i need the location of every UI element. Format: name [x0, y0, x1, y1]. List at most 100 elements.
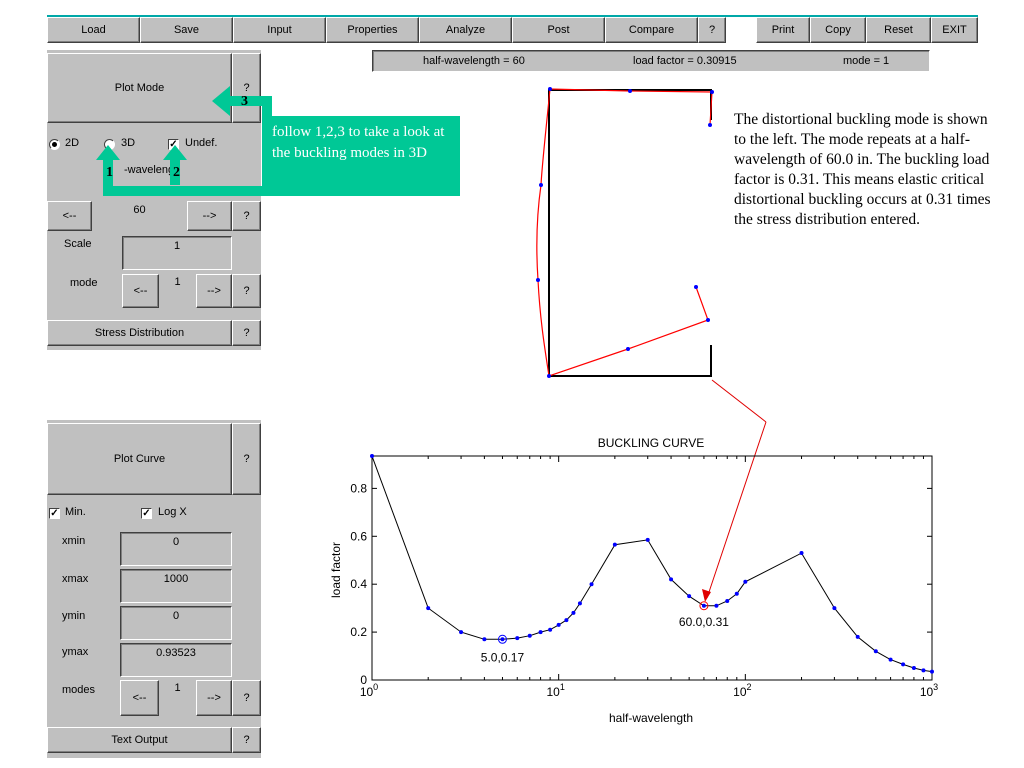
curve-point — [645, 537, 650, 542]
stress-distribution-button[interactable]: Stress Distribution — [47, 320, 232, 346]
plot-mode-help-button[interactable]: ? — [232, 53, 261, 123]
curve-point — [426, 606, 431, 611]
xmax-input[interactable]: 1000 — [120, 569, 232, 603]
modes-next-button[interactable]: --> — [196, 680, 232, 716]
curve-point — [714, 603, 719, 608]
modes-help-button[interactable]: ? — [232, 680, 261, 716]
callout-arrow-line — [711, 379, 767, 423]
menu-analyze-button[interactable]: Analyze — [419, 17, 512, 43]
plot-mode-button[interactable]: Plot Mode — [47, 53, 232, 123]
half-wavelength-label: -waveleng — [124, 164, 175, 176]
curve-point — [701, 603, 706, 608]
menu-help-button[interactable]: ? — [698, 17, 726, 43]
x-tick-label: 103 — [920, 682, 938, 699]
instruction-text: follow 1,2,3 to take a look at the buckl… — [272, 124, 445, 161]
y-tick-label: 0 — [360, 673, 367, 687]
text-output-help-button[interactable]: ? — [232, 727, 261, 753]
undef-checkbox[interactable]: ✓ — [168, 139, 179, 150]
hw-value-field[interactable]: 60 — [92, 201, 187, 231]
ymax-input[interactable]: 0.93523 — [120, 643, 232, 677]
undef-label: Undef. — [185, 137, 218, 149]
xmin-label: xmin — [62, 535, 86, 547]
curve-point — [612, 542, 617, 547]
plot-curve-help-button[interactable]: ? — [232, 423, 261, 495]
curve-point — [911, 666, 916, 671]
xmin-input[interactable]: 0 — [120, 532, 232, 566]
copy-button[interactable]: Copy — [810, 17, 866, 43]
curve-point — [482, 637, 487, 642]
menu-properties-button[interactable]: Properties — [326, 17, 419, 43]
undeformed-section — [548, 89, 712, 377]
menu-save-button[interactable]: Save — [140, 17, 233, 43]
stress-help-button[interactable]: ? — [232, 320, 261, 346]
curve-point — [564, 618, 569, 623]
curve-point — [799, 551, 804, 556]
reset-button[interactable]: Reset — [866, 17, 931, 43]
step-1-label: 1 — [106, 165, 113, 180]
mode-help-button[interactable]: ? — [232, 274, 261, 308]
ymax-label: ymax — [62, 646, 89, 658]
x-tick-label: 100 — [360, 682, 378, 699]
exit-button[interactable]: EXIT — [931, 17, 978, 43]
print-button[interactable]: Print — [756, 17, 810, 43]
radio-2d[interactable] — [49, 139, 60, 150]
y-tick-label: 0.6 — [350, 529, 367, 543]
plot-curve-button[interactable]: Plot Curve — [47, 423, 232, 495]
curve-point — [577, 601, 582, 606]
mode-value: 1 — [174, 276, 181, 288]
curve-point — [687, 594, 692, 599]
curve-point — [548, 627, 553, 632]
curve-point — [571, 610, 576, 615]
chart-title: BUCKLING CURVE — [598, 436, 704, 450]
curve-point — [725, 598, 730, 603]
hw-next-button[interactable]: --> — [187, 201, 232, 231]
ymin-label: ymin — [62, 610, 86, 622]
curve-point — [500, 637, 505, 642]
explanation-text: The distortional buckling mode is shown … — [734, 111, 991, 228]
menu-post-button[interactable]: Post — [512, 17, 605, 43]
logx-label: Log X — [158, 506, 187, 518]
curve-point — [669, 577, 674, 582]
callout-arrowhead-icon — [702, 589, 711, 602]
curve-point — [515, 636, 520, 641]
logx-checkbox[interactable]: ✓ — [141, 508, 152, 519]
hw-prev-button[interactable]: <-- — [47, 201, 92, 231]
curve-point — [538, 630, 543, 635]
radio-3d-label: 3D — [121, 137, 136, 149]
modes-value: 1 — [174, 682, 181, 694]
y-tick-label: 0.4 — [350, 577, 367, 591]
curve-point — [459, 630, 464, 635]
curve-point — [589, 582, 594, 587]
x-tick-label: 101 — [546, 682, 564, 699]
mode-value-field[interactable]: 1 — [159, 274, 196, 308]
curve-point — [832, 606, 837, 611]
ymin-input[interactable]: 0 — [120, 606, 232, 640]
radio-2d-label: 2D — [65, 137, 80, 149]
menu-load-button[interactable]: Load — [47, 17, 140, 43]
status-half-wavelength: half-wavelength = 60 — [423, 55, 525, 67]
curve-point — [734, 591, 739, 596]
menu-compare-button[interactable]: Compare — [605, 17, 698, 43]
hw-help-button[interactable]: ? — [232, 201, 261, 231]
curve-point — [370, 454, 374, 459]
minimum-label: 60.0,0.31 — [679, 615, 729, 629]
min-checkbox[interactable]: ✓ — [49, 508, 60, 519]
mode-next-button[interactable]: --> — [196, 274, 232, 308]
text-output-button[interactable]: Text Output — [47, 727, 232, 753]
hw-value: 60 — [133, 204, 146, 216]
section-nodes — [536, 87, 714, 378]
curve-point — [743, 579, 748, 584]
status-bar: half-wavelength = 60 load factor = 0.309… — [372, 50, 930, 72]
step-2-label: 2 — [173, 165, 180, 180]
menu-input-button[interactable]: Input — [233, 17, 326, 43]
modes-value-field[interactable]: 1 — [159, 680, 196, 716]
status-mode: mode = 1 — [843, 55, 890, 67]
buckling-curve-line — [371, 455, 933, 673]
modes-prev-button[interactable]: <-- — [120, 680, 159, 716]
scale-input[interactable]: 1 — [122, 236, 232, 270]
step-3-label: 3 — [241, 94, 248, 109]
radio-3d[interactable] — [104, 139, 115, 150]
curve-point — [921, 668, 926, 673]
mode-prev-button[interactable]: <-- — [122, 274, 159, 308]
minimum-label: 5.0,0.17 — [481, 650, 525, 664]
